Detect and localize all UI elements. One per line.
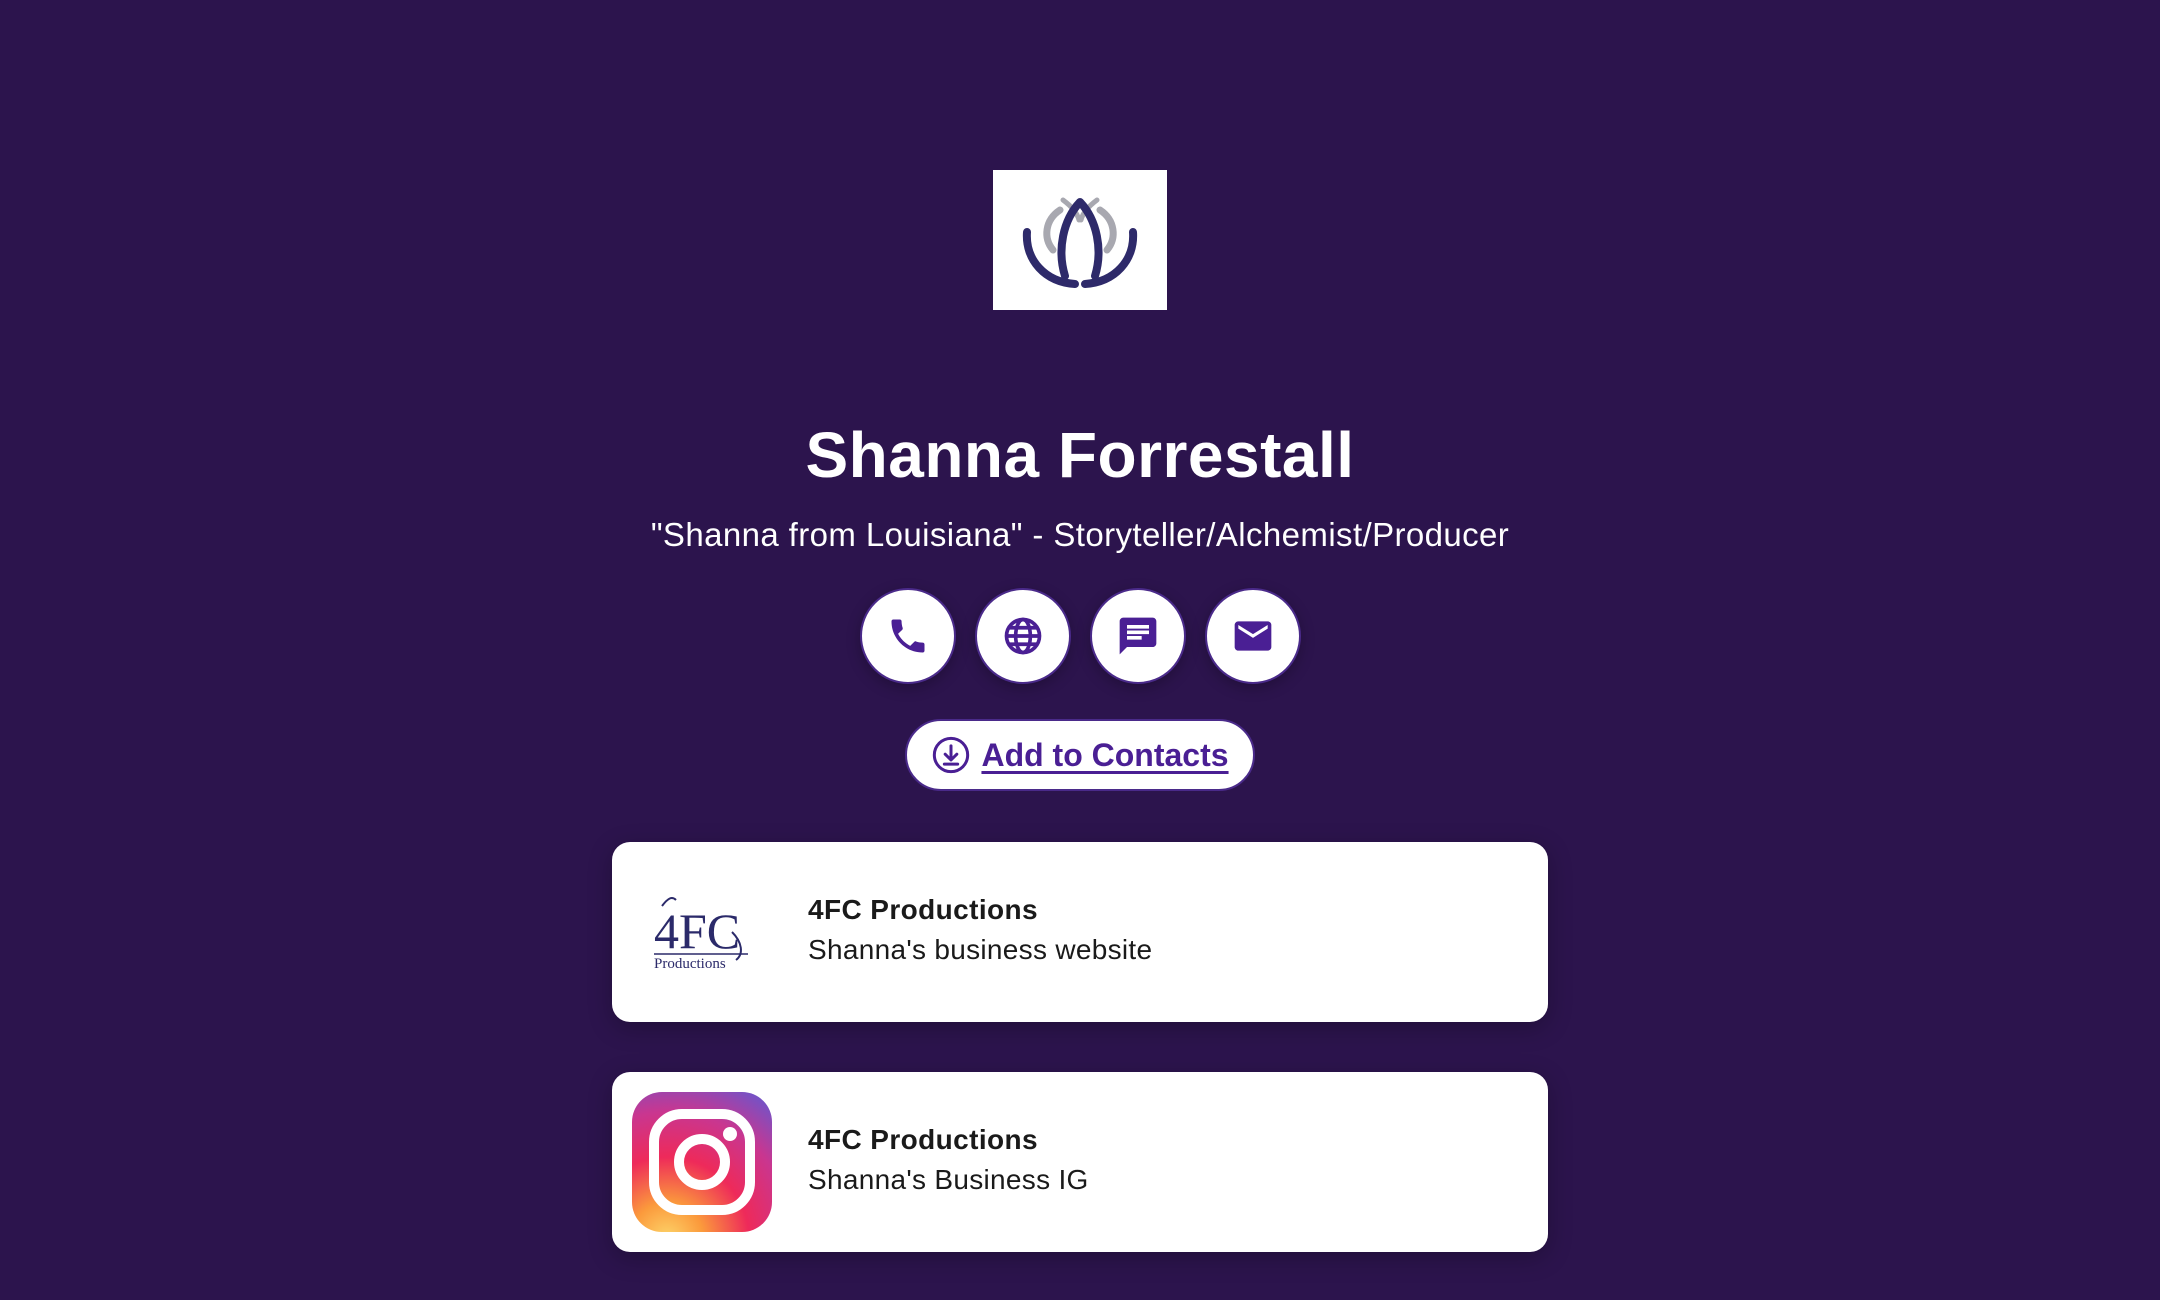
link-subtitle: Shanna's business website <box>808 934 1153 965</box>
profile-tagline: "Shanna from Louisiana" - Storyteller/Al… <box>650 516 1510 553</box>
4fc-logo-subtext: Productions <box>654 956 726 972</box>
email-button[interactable] <box>1204 588 1301 684</box>
add-to-contacts-button[interactable]: Add to Contacts <box>905 719 1255 791</box>
profile-page: Shanna Forrestall "Shanna from Louisiana… <box>0 0 2160 1300</box>
message-icon <box>1119 617 1156 655</box>
link-subtitle: Shanna's Business IG <box>808 1164 1089 1195</box>
link-title: 4FC Productions <box>808 1124 1039 1155</box>
link-title: 4FC Productions <box>808 894 1039 925</box>
link-card-website[interactable]: 4FC Productions 4FC Productions Shanna's… <box>612 842 1548 1022</box>
website-button[interactable] <box>974 588 1071 684</box>
lotus-icon <box>1022 197 1138 288</box>
download-icon <box>931 735 971 775</box>
globe-icon <box>1004 617 1041 655</box>
4fc-productions-logo: 4FC Productions <box>632 862 772 1002</box>
message-button[interactable] <box>1089 588 1186 684</box>
4fc-logo-text: 4FC <box>654 903 740 959</box>
phone-icon <box>891 619 924 653</box>
link-card-instagram[interactable]: 4FC Productions Shanna's Business IG <box>612 1072 1548 1252</box>
add-to-contacts-label: Add to Contacts <box>981 736 1229 773</box>
lotus-logo <box>993 170 1167 310</box>
email-icon <box>1234 621 1271 651</box>
contact-actions <box>0 588 2160 684</box>
instagram-icon <box>632 1092 772 1232</box>
call-button[interactable] <box>859 588 956 684</box>
profile-name: Shanna Forrestall <box>805 419 1355 491</box>
